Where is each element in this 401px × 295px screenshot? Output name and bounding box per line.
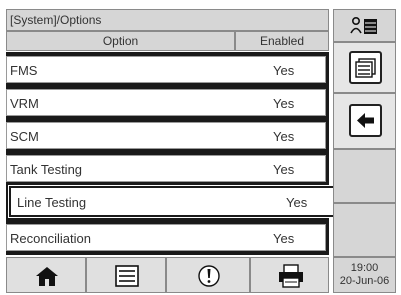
option-row-selected[interactable]: Line Testing Yes bbox=[9, 186, 343, 217]
printer-icon bbox=[279, 264, 303, 288]
option-row[interactable]: Tank Testing Yes bbox=[6, 155, 326, 182]
title-bar: [System]/Options bbox=[6, 9, 329, 31]
list-view-icon bbox=[349, 51, 382, 84]
clock-display: 19:00 20-Jun-06 bbox=[333, 257, 396, 293]
side-panel-blank bbox=[333, 203, 396, 257]
column-header-enabled: Enabled bbox=[235, 31, 329, 51]
back-arrow-icon bbox=[349, 104, 382, 137]
alert-icon bbox=[198, 265, 220, 287]
options-screen: [System]/Options Option Enabled FMS Yes … bbox=[0, 0, 401, 295]
option-enabled-value: Yes bbox=[273, 129, 295, 144]
option-name: Reconciliation bbox=[10, 231, 91, 246]
option-enabled-value: Yes bbox=[273, 96, 295, 111]
home-icon bbox=[36, 267, 58, 286]
side-panel-blank bbox=[333, 149, 396, 203]
clock-time: 19:00 bbox=[350, 262, 379, 274]
option-name: Line Testing bbox=[17, 195, 87, 210]
option-row[interactable]: VRM Yes bbox=[6, 89, 326, 116]
alert-button[interactable] bbox=[166, 257, 250, 293]
option-name: SCM bbox=[10, 129, 39, 144]
back-button[interactable] bbox=[333, 93, 396, 149]
option-row[interactable]: Reconciliation Yes bbox=[6, 224, 326, 251]
option-enabled-value: Yes bbox=[273, 231, 295, 246]
option-enabled-value: Yes bbox=[273, 162, 295, 177]
column-header-option: Option bbox=[6, 31, 235, 51]
user-list-icon bbox=[350, 16, 377, 34]
menu-list-button[interactable] bbox=[86, 257, 166, 293]
page-title: [System]/Options bbox=[10, 13, 102, 27]
list-view-button[interactable] bbox=[333, 42, 396, 93]
option-row[interactable]: FMS Yes bbox=[6, 56, 326, 83]
user-list-button[interactable] bbox=[333, 9, 396, 42]
option-enabled-value: Yes bbox=[273, 63, 295, 78]
option-name: VRM bbox=[10, 96, 39, 111]
clock-date: 20-Jun-06 bbox=[339, 275, 390, 287]
home-button[interactable] bbox=[6, 257, 86, 293]
option-row[interactable]: SCM Yes bbox=[6, 122, 326, 149]
option-name: FMS bbox=[10, 63, 38, 78]
option-name: Tank Testing bbox=[10, 162, 83, 177]
print-button[interactable] bbox=[250, 257, 329, 293]
menu-list-icon bbox=[115, 265, 139, 287]
option-enabled-value: Yes bbox=[286, 195, 308, 210]
